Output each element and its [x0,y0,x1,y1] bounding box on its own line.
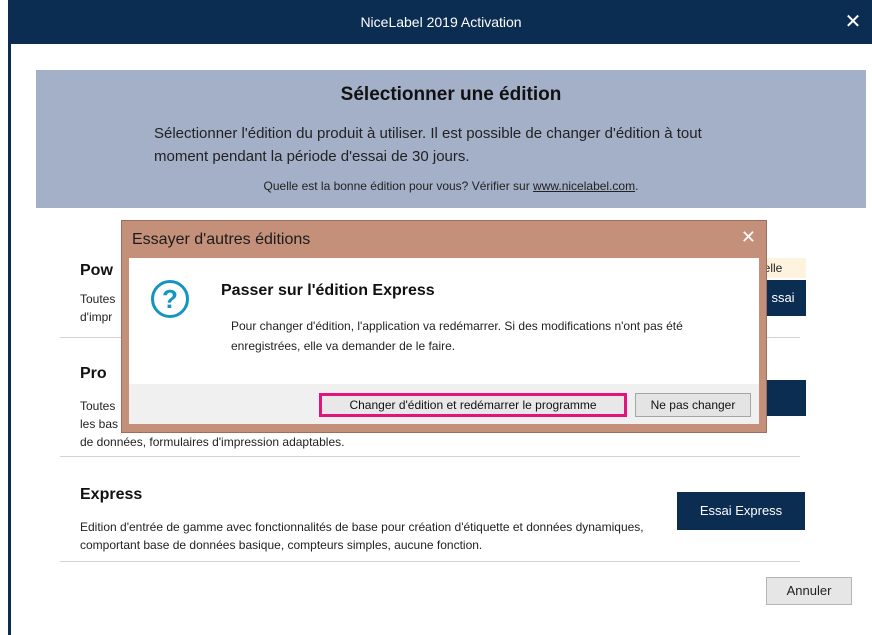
help-text: Quelle est la bonne édition pour vous? V… [263,179,534,193]
banner-heading: Sélectionner une édition [340,84,562,105]
edition-text-line: de données, formulaires d'impression ada… [80,435,345,449]
dialog-title: Essayer d'autres éditions [132,231,311,248]
keep-edition-button[interactable]: Ne pas changer [635,393,751,417]
edition-banner: Sélectionner une édition Sélectionner l'… [36,70,866,208]
title-bar: NiceLabel 2019 Activation ✕ [10,0,872,44]
nicelabel-link[interactable]: www.nicelabel.com [533,179,635,193]
dialog-heading: Passer sur l'édition Express [221,282,435,299]
try-express-button[interactable]: Essai Express [677,492,805,530]
window-close-icon[interactable]: ✕ [834,0,872,44]
help-suffix: . [635,179,639,193]
dialog-close-icon[interactable]: ✕ [741,227,756,248]
window-border [8,0,11,635]
window-left-edge [0,0,11,635]
cancel-button[interactable]: Annuler [766,577,852,605]
dialog-message: Pour changer d'édition, l'application va… [231,319,683,353]
edition-description: Edition d'entrée de gamme avec fonctionn… [80,520,644,552]
banner-help-line: Quelle est la bonne édition pour vous? V… [36,179,866,193]
separator [60,456,800,457]
banner-description: Sélectionner l'édition du produit à util… [154,125,702,165]
dialog-footer: Changer d'édition et redémarrer le progr… [129,384,759,424]
separator [60,561,800,562]
switch-edition-dialog: Essayer d'autres éditions ✕ ? Passer sur… [121,220,767,433]
dialog-body: ? Passer sur l'édition Express Pour chan… [129,258,759,424]
change-edition-restart-button[interactable]: Changer d'édition et redémarrer le progr… [319,393,627,417]
window-title: NiceLabel 2019 Activation [360,14,522,30]
question-icon: ? [151,280,189,318]
